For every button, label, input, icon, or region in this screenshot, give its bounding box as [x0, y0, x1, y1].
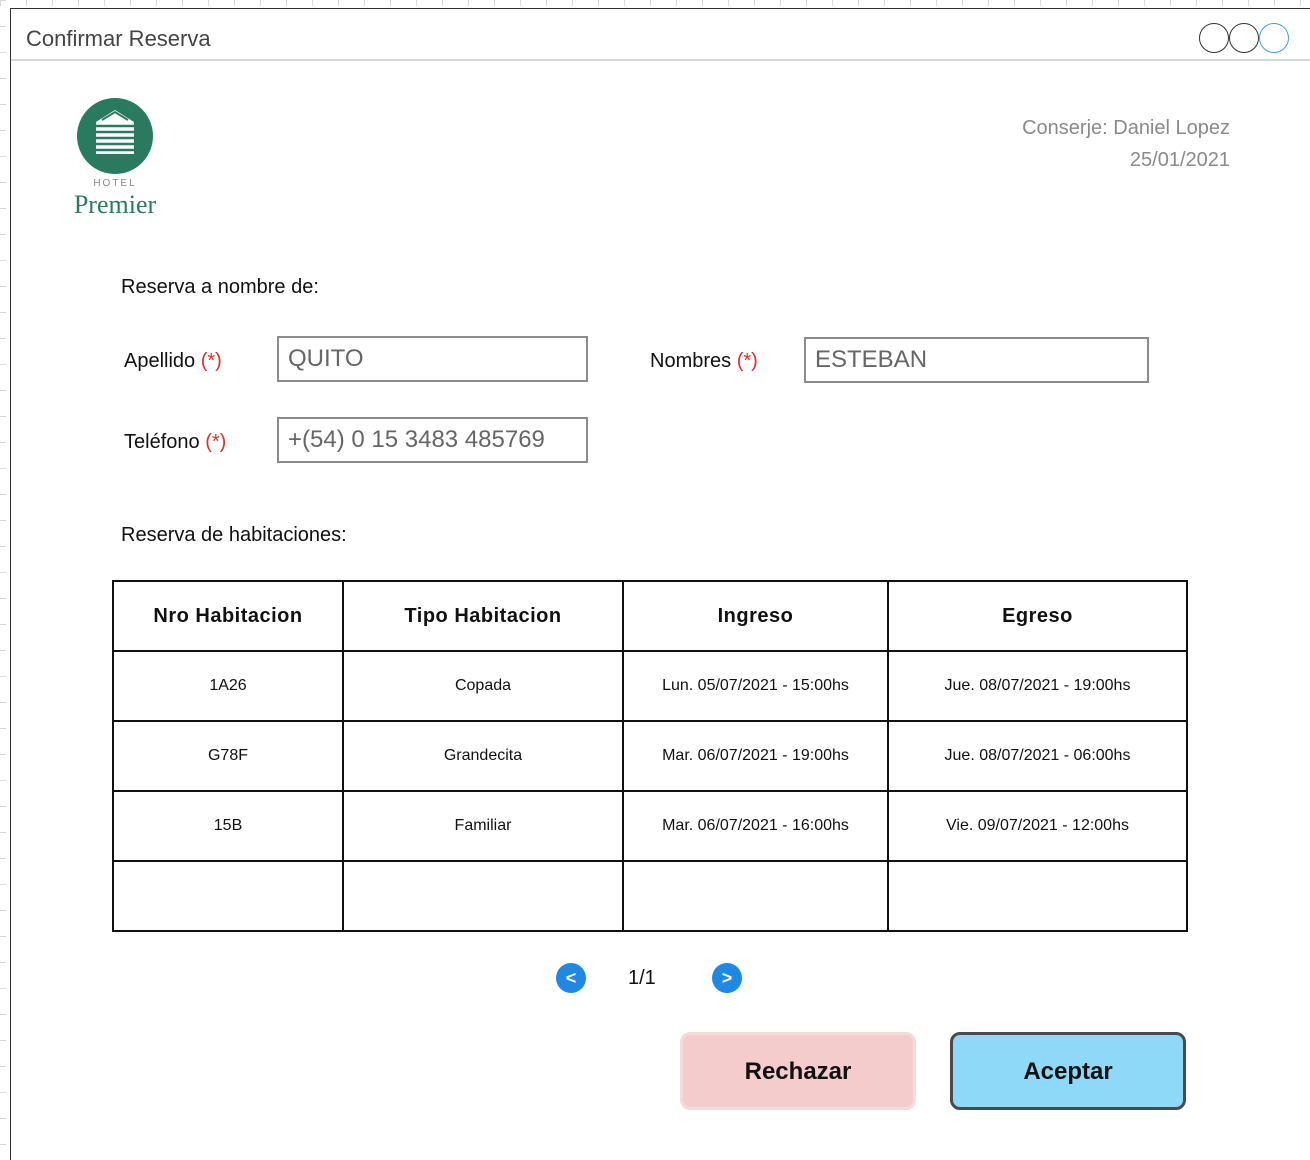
cell-nro — [112, 860, 344, 932]
table-row[interactable]: 1A26 Copada Lun. 05/07/2021 - 15:00hs Ju… — [112, 650, 1188, 722]
current-date: 25/01/2021 — [1129, 149, 1230, 171]
close-button[interactable] — [1259, 23, 1289, 53]
ruler-top — [0, 0, 1310, 6]
concierge-info: Conserje: Daniel Lopez 25/01/2021 — [1022, 112, 1230, 176]
chevron-right-icon[interactable]: > — [712, 963, 742, 993]
minimize-button[interactable] — [1199, 23, 1229, 53]
cell-tipo: Grandecita — [342, 720, 624, 792]
concierge-name: Conserje: Daniel Lopez — [1022, 117, 1230, 139]
maximize-button[interactable] — [1229, 23, 1259, 53]
cell-nro: 15B — [112, 790, 344, 862]
logo-hotel-text: HOTEL — [93, 178, 137, 189]
telefono-label: Teléfono (*) — [124, 431, 226, 454]
chevron-left-icon[interactable]: < — [556, 963, 586, 993]
cell-tipo — [342, 860, 624, 932]
pagination: < 1/1 > — [0, 955, 1310, 995]
canvas: Confirmar Reserva HOTEL Premier Conserje… — [0, 0, 1310, 1160]
logo-premier-text: Premier — [73, 190, 157, 219]
required-marker: (*) — [736, 350, 758, 372]
hotel-building-icon — [77, 98, 153, 174]
hotel-premier-logo: HOTEL Premier — [60, 96, 170, 226]
required-marker: (*) — [205, 431, 227, 453]
rooms-section-heading: Reserva de habitaciones: — [121, 524, 347, 546]
nombres-field[interactable] — [804, 337, 1149, 383]
apellido-label: Apellido (*) — [124, 350, 222, 373]
cell-ingreso: Lun. 05/07/2021 - 15:00hs — [622, 650, 889, 722]
cell-ingreso: Mar. 06/07/2021 - 16:00hs — [622, 790, 889, 862]
rooms-table: Nro Habitacion Tipo Habitacion Ingreso E… — [112, 580, 1188, 932]
column-header-tipo: Tipo Habitacion — [342, 580, 624, 652]
table-header-row: Nro Habitacion Tipo Habitacion Ingreso E… — [112, 580, 1188, 652]
cell-ingreso — [622, 860, 889, 932]
nombres-label: Nombres (*) — [650, 350, 758, 373]
apellido-label-text: Apellido — [124, 350, 196, 372]
cell-tipo: Familiar — [342, 790, 624, 862]
cell-egreso: Vie. 09/07/2021 - 12:00hs — [887, 790, 1188, 862]
required-marker: (*) — [200, 350, 222, 372]
column-header-ingreso: Ingreso — [622, 580, 889, 652]
column-header-nro: Nro Habitacion — [112, 580, 344, 652]
cell-nro: 1A26 — [112, 650, 344, 722]
apellido-field[interactable] — [277, 336, 588, 382]
cell-ingreso: Mar. 06/07/2021 - 19:00hs — [622, 720, 889, 792]
cell-egreso — [887, 860, 1188, 932]
guest-section-heading: Reserva a nombre de: — [121, 276, 319, 298]
table-row[interactable]: 15B Familiar Mar. 06/07/2021 - 16:00hs V… — [112, 790, 1188, 862]
page-indicator: 1/1 — [628, 967, 656, 989]
column-header-egreso: Egreso — [887, 580, 1188, 652]
telefono-label-text: Teléfono — [124, 431, 200, 453]
reject-button[interactable]: Rechazar — [680, 1032, 916, 1110]
nombres-label-text: Nombres — [650, 350, 732, 372]
window-title: Confirmar Reserva — [26, 26, 211, 51]
cell-tipo: Copada — [342, 650, 624, 722]
cell-nro: G78F — [112, 720, 344, 792]
cell-egreso: Jue. 08/07/2021 - 06:00hs — [887, 720, 1188, 792]
cell-egreso: Jue. 08/07/2021 - 19:00hs — [887, 650, 1188, 722]
accept-button[interactable]: Aceptar — [950, 1032, 1186, 1110]
table-row[interactable] — [112, 860, 1188, 932]
title-bar: Confirmar Reserva — [11, 9, 1310, 61]
table-row[interactable]: G78F Grandecita Mar. 06/07/2021 - 19:00h… — [112, 720, 1188, 792]
telefono-field[interactable] — [277, 417, 588, 463]
